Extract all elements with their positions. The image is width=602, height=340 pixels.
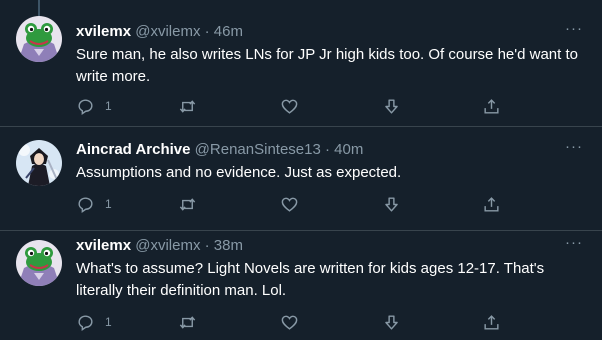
- down-arrow-icon: [385, 98, 398, 114]
- reply-count: 1: [105, 315, 112, 329]
- more-icon[interactable]: ···: [564, 139, 584, 160]
- share-button[interactable]: [482, 310, 501, 334]
- separator-dot: ·: [204, 23, 210, 40]
- tweet[interactable]: Aincrad Archive @RenanSintese13 · 40m ··…: [0, 126, 602, 230]
- display-name[interactable]: xvilemx: [76, 237, 131, 254]
- heart-icon: [281, 315, 298, 330]
- down-arrow-icon: [385, 196, 398, 212]
- retweet-icon: [179, 315, 196, 329]
- separator-dot: ·: [325, 141, 330, 158]
- tweet[interactable]: xvilemx @xvilemx · 38m ··· What's to ass…: [0, 230, 602, 340]
- separator-dot: ·: [204, 237, 210, 254]
- tweet-text: What's to assume? Light Novels are writt…: [76, 260, 545, 299]
- down-arrow-icon: [385, 314, 398, 330]
- timestamp[interactable]: 46m: [214, 23, 243, 40]
- dislike-button[interactable]: [382, 94, 401, 118]
- tweet-header: xvilemx @xvilemx · 46m: [76, 22, 243, 42]
- heart-icon: [281, 197, 298, 212]
- dislike-button[interactable]: [382, 310, 401, 334]
- like-button[interactable]: [280, 192, 299, 216]
- display-name[interactable]: Aincrad Archive: [76, 141, 191, 158]
- timeline: xvilemx @xvilemx · 46m ··· Sure man, he …: [0, 0, 602, 340]
- frog-avatar-icon: [16, 240, 62, 286]
- timestamp[interactable]: 40m: [334, 141, 363, 158]
- reply-icon: [78, 196, 93, 213]
- reply-count: 1: [105, 197, 112, 211]
- like-button[interactable]: [280, 310, 299, 334]
- avatar-aincrad-archive[interactable]: [16, 140, 62, 186]
- swordsman-avatar-icon: [16, 140, 62, 186]
- user-handle[interactable]: @RenanSintese13: [195, 141, 321, 158]
- user-handle[interactable]: @xvilemx: [135, 23, 200, 40]
- tweet[interactable]: xvilemx @xvilemx · 46m ··· Sure man, he …: [0, 0, 602, 126]
- tweet-actions: 1: [68, 310, 508, 334]
- share-icon: [484, 314, 499, 330]
- timestamp[interactable]: 38m: [214, 237, 243, 254]
- user-handle[interactable]: @xvilemx: [135, 237, 200, 254]
- share-button[interactable]: [482, 94, 501, 118]
- like-button[interactable]: [280, 94, 299, 118]
- dislike-button[interactable]: [382, 192, 401, 216]
- retweet-button[interactable]: [178, 192, 197, 216]
- reply-icon: [78, 314, 93, 331]
- tweet-header: Aincrad Archive @RenanSintese13 · 40m: [76, 140, 363, 160]
- tweet-actions: 1: [68, 94, 508, 118]
- display-name[interactable]: xvilemx: [76, 23, 131, 40]
- frog-avatar-icon: [16, 16, 62, 62]
- more-icon[interactable]: ···: [564, 21, 584, 42]
- tweet-actions: 1: [68, 192, 508, 216]
- share-icon: [484, 98, 499, 114]
- retweet-icon: [179, 99, 196, 113]
- retweet-icon: [179, 197, 196, 211]
- reply-count: 1: [105, 99, 112, 113]
- share-icon: [484, 196, 499, 212]
- share-button[interactable]: [482, 192, 501, 216]
- reply-button[interactable]: 1: [76, 94, 112, 118]
- avatar-xvilemx[interactable]: [16, 16, 62, 62]
- reply-button[interactable]: 1: [76, 310, 112, 334]
- reply-icon: [78, 98, 93, 115]
- thread-line: [38, 0, 40, 16]
- tweet-text: Assumptions and no evidence. Just as exp…: [76, 164, 402, 181]
- avatar-xvilemx[interactable]: [16, 240, 62, 286]
- tweet-header: xvilemx @xvilemx · 38m: [76, 236, 243, 256]
- retweet-button[interactable]: [178, 94, 197, 118]
- heart-icon: [281, 99, 298, 114]
- more-icon[interactable]: ···: [564, 235, 584, 256]
- tweet-text: Sure man, he also writes LNs for JP Jr h…: [76, 46, 578, 85]
- reply-button[interactable]: 1: [76, 192, 112, 216]
- retweet-button[interactable]: [178, 310, 197, 334]
